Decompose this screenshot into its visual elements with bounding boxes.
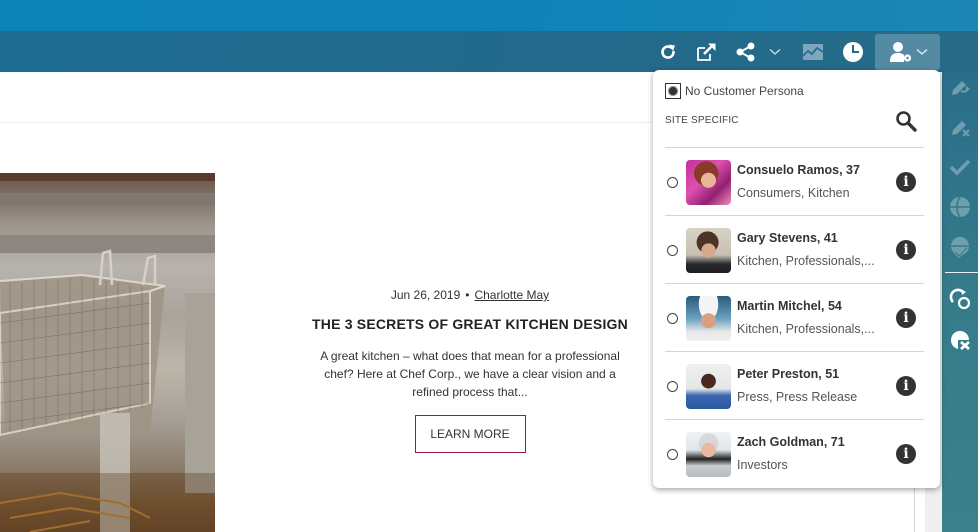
persona-item[interactable]: Martin Mitchel, 54 Kitchen, Professional…	[665, 283, 924, 351]
toolbar	[0, 31, 978, 72]
sync-icon	[949, 288, 971, 310]
no-persona-option[interactable]: No Customer Persona	[665, 83, 804, 99]
unpublish-button[interactable]	[942, 324, 978, 354]
info-icon[interactable]: i	[896, 376, 916, 396]
avatar	[686, 364, 731, 409]
article-meta: Jun 26, 2019 • Charlotte May	[300, 285, 640, 305]
persona-dropdown: No Customer Persona SITE SPECIFIC Consue…	[653, 70, 940, 488]
persona-name: Consuelo Ramos, 37	[737, 163, 860, 177]
persona-radio[interactable]	[667, 449, 678, 460]
persona-tags: Consumers, Kitchen	[737, 186, 850, 200]
article-excerpt: A great kitchen – what does that mean fo…	[320, 349, 620, 399]
chevron-down-icon	[769, 48, 781, 55]
persona-radio[interactable]	[667, 381, 678, 392]
persona-radio[interactable]	[667, 313, 678, 324]
globe-x-icon	[951, 331, 970, 350]
share-menu-button[interactable]	[766, 31, 784, 72]
analytics-button[interactable]	[800, 31, 826, 72]
persona-item[interactable]: Peter Preston, 51 Press, Press Release i	[665, 351, 924, 419]
globe-icon	[950, 196, 970, 218]
persona-tags: Kitchen, Professionals,...	[737, 254, 875, 268]
persona-tags: Press, Press Release	[737, 390, 858, 404]
persona-name: Zach Goldman, 71	[737, 435, 845, 449]
persona-item[interactable]: Consuelo Ramos, 37 Consumers, Kitchen i	[665, 147, 924, 215]
rail-divider	[945, 272, 978, 273]
persona-item[interactable]: Gary Stevens, 41 Kitchen, Professionals,…	[665, 215, 924, 283]
info-icon[interactable]: i	[896, 444, 916, 464]
chevron-down-icon	[916, 49, 928, 55]
article-title: THE 3 SECRETS OF GREAT KITCHEN DESIGN	[312, 316, 628, 332]
publish-approved-button[interactable]	[942, 232, 978, 262]
share-button[interactable]	[733, 31, 759, 72]
refresh-icon	[661, 44, 675, 59]
persona-name: Martin Mitchel, 54	[737, 299, 842, 313]
persona-radio[interactable]	[667, 177, 678, 188]
avatar	[686, 228, 731, 273]
share-icon	[736, 42, 755, 61]
pencil-redo-icon	[952, 81, 970, 95]
persona-item[interactable]: Zach Goldman, 71 Investors i	[665, 419, 924, 487]
section-label: SITE SPECIFIC	[665, 115, 739, 126]
clock-pie-icon	[843, 41, 863, 62]
meta-separator: •	[465, 288, 470, 302]
persona-name: Peter Preston, 51	[737, 367, 840, 381]
fryer-basket-illustration	[0, 173, 215, 532]
pencil-x-icon	[952, 121, 970, 137]
user-gear-icon	[889, 42, 911, 62]
persona-list: Consuelo Ramos, 37 Consumers, Kitchen i …	[665, 147, 924, 487]
avatar	[686, 432, 731, 477]
article-author-link[interactable]: Charlotte May	[474, 288, 549, 302]
workflow-side-rail	[942, 72, 978, 532]
learn-more-button[interactable]: LEARN MORE	[414, 415, 526, 453]
no-persona-label: No Customer Persona	[685, 84, 804, 98]
chart-area-icon	[802, 43, 824, 60]
persona-tags: Kitchen, Professionals,...	[737, 322, 875, 336]
timeline-button[interactable]	[840, 31, 866, 72]
top-bar	[0, 0, 978, 31]
persona-tags: Investors	[737, 458, 788, 472]
publish-button[interactable]	[942, 192, 978, 222]
approve-button[interactable]	[942, 152, 978, 182]
info-icon[interactable]: i	[896, 308, 916, 328]
avatar	[686, 296, 731, 341]
edit-cancel-button[interactable]	[942, 112, 978, 142]
open-external-button[interactable]	[694, 31, 720, 72]
article-image	[0, 173, 215, 532]
persona-name: Gary Stevens, 41	[737, 231, 838, 245]
globe-check-icon	[951, 237, 969, 258]
external-link-icon	[697, 43, 716, 61]
sync-button[interactable]	[942, 284, 978, 314]
refresh-button[interactable]	[655, 31, 681, 72]
persona-radio[interactable]	[667, 245, 678, 256]
avatar	[686, 160, 731, 205]
info-icon[interactable]: i	[896, 240, 916, 260]
info-icon[interactable]: i	[896, 172, 916, 192]
search-icon	[896, 111, 917, 132]
persona-search-button[interactable]	[893, 108, 919, 134]
persona-button[interactable]	[875, 34, 940, 70]
article-card: Jun 26, 2019 • Charlotte May THE 3 SECRETS…	[300, 285, 640, 453]
edit-redo-button[interactable]	[942, 72, 978, 102]
article-date: Jun 26, 2019	[390, 288, 461, 302]
no-persona-radio[interactable]	[665, 83, 681, 99]
check-icon	[949, 159, 971, 176]
